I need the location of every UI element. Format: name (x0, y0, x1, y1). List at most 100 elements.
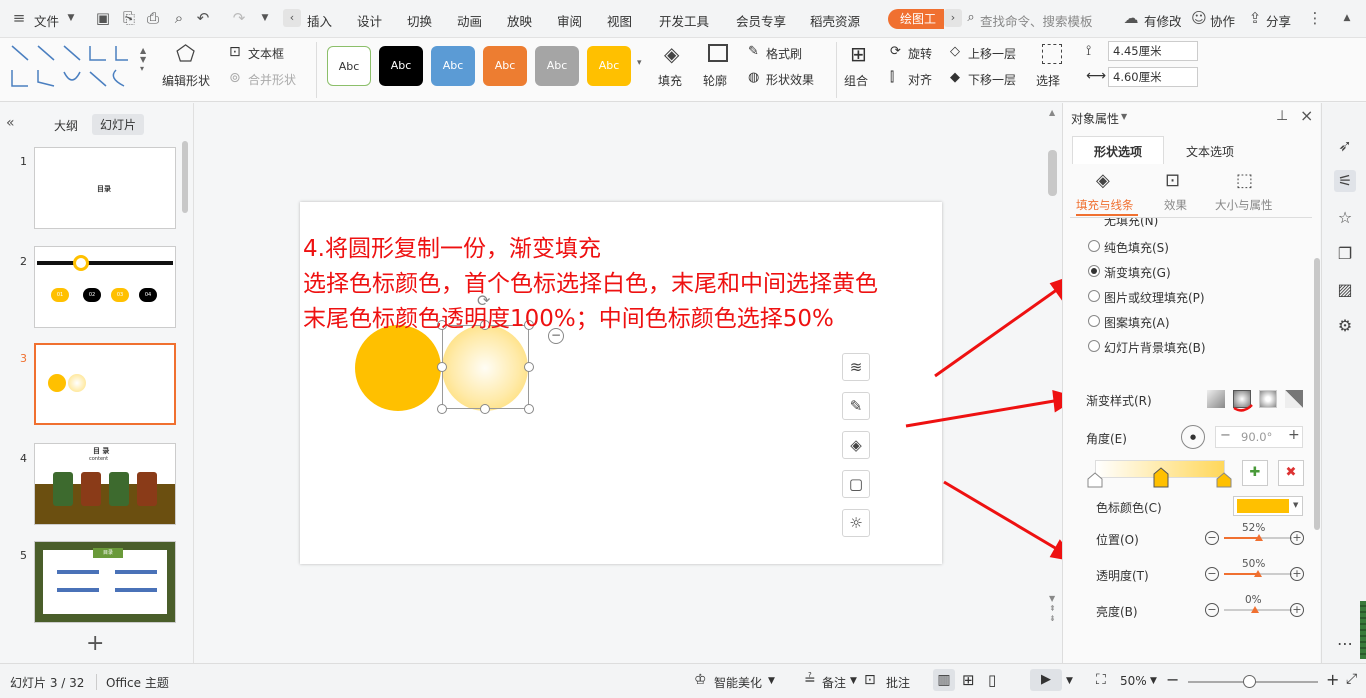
redo-icon[interactable]: ↷ (230, 9, 248, 27)
style-yellow[interactable]: Abc (587, 46, 631, 86)
quick-access-dropdown-icon[interactable]: ▼ (256, 9, 274, 27)
more-icon[interactable]: ⋮ (1306, 9, 1324, 27)
comment-button[interactable]: 批注 (886, 674, 910, 691)
play-icon[interactable]: ▶ (1030, 669, 1062, 691)
undo-icon[interactable]: ↶ (194, 9, 212, 27)
beautify-button[interactable]: 智能美化 (714, 674, 762, 691)
resize-handle[interactable] (524, 404, 534, 414)
tab-docer[interactable]: 稻壳资源 (810, 11, 860, 30)
star-icon[interactable]: ☆ (1334, 207, 1356, 229)
chevron-down-icon[interactable]: ▼ (62, 9, 80, 27)
effect-icon[interactable]: ⊡ (1165, 170, 1180, 191)
yellow-circle[interactable] (355, 325, 441, 411)
tab-review[interactable]: 审阅 (557, 11, 582, 30)
fill-pattern-option[interactable]: 图案填充(A) (1104, 314, 1170, 331)
slide-thumbnail-1[interactable]: 目录 (34, 147, 176, 229)
print-icon[interactable]: ⎙ (144, 9, 162, 27)
pin-icon[interactable]: ⊥ (1276, 108, 1288, 124)
resize-handle[interactable] (480, 404, 490, 414)
style-black[interactable]: Abc (379, 46, 423, 86)
tab-drawing-tools[interactable]: 绘图工 (888, 9, 944, 29)
properties-icon[interactable]: ⚟ (1334, 170, 1356, 192)
normal-view-icon[interactable]: ▥ (933, 669, 955, 691)
shape-gallery[interactable] (8, 42, 138, 92)
transparency-plus-icon[interactable]: + (1290, 567, 1304, 581)
outline-frame-icon[interactable]: ▢ (842, 470, 870, 498)
image-icon[interactable]: ▨ (1334, 279, 1356, 301)
export-pdf-icon[interactable]: ⎘ (120, 9, 138, 27)
transparency-minus-icon[interactable]: − (1205, 567, 1219, 581)
zoom-out-icon[interactable]: − (1166, 670, 1179, 689)
zoom-in-icon[interactable]: + (1326, 670, 1339, 689)
textbox-button[interactable]: 文本框 (248, 45, 284, 62)
play-dropdown-icon[interactable]: ▼ (1066, 676, 1073, 686)
scroll-right-icon[interactable]: › (944, 9, 962, 27)
notes-dropdown-icon[interactable]: ▼ (850, 676, 857, 686)
pane-title[interactable]: 对象属性 (1071, 110, 1119, 127)
tab-insert[interactable]: 插入 (307, 11, 332, 30)
settings-icon[interactable]: ⚙ (1334, 315, 1356, 337)
position-knob[interactable] (1255, 534, 1264, 541)
shape-effect-button[interactable]: 形状效果 (766, 71, 814, 88)
close-icon[interactable]: × (1300, 106, 1313, 125)
share-button[interactable]: 分享 (1266, 11, 1291, 30)
style-orange[interactable]: Abc (483, 46, 527, 86)
sorter-view-icon[interactable]: ⊞ (962, 671, 975, 689)
resize-handle[interactable] (437, 404, 447, 414)
smart-icon[interactable]: ☼ (842, 509, 870, 537)
radio-picture-fill[interactable] (1088, 290, 1100, 302)
zoom-dropdown-icon[interactable]: ▼ (1150, 676, 1157, 686)
slide-thumbnail-2[interactable]: 01 02 03 04 (34, 246, 176, 328)
remove-stop-icon[interactable]: ✖ (1278, 460, 1304, 486)
brightness-minus-icon[interactable]: − (1205, 603, 1219, 617)
collab-button[interactable]: 协作 (1210, 11, 1235, 30)
transparency-knob[interactable] (1254, 570, 1262, 577)
tab-shape-options[interactable]: 形状选项 (1094, 143, 1142, 160)
thumbnail-scrollbar[interactable] (182, 141, 188, 213)
gradient-rect-swatch[interactable] (1259, 390, 1277, 408)
rocket-icon[interactable]: ➶ (1334, 135, 1356, 157)
fill-bucket-icon[interactable]: ◈ (842, 431, 870, 459)
fill-solid-option[interactable]: 纯色填充(S) (1104, 239, 1169, 256)
height-input[interactable]: 4.45厘米 (1108, 41, 1198, 61)
beautify-dropdown-icon[interactable]: ▼ (768, 676, 775, 686)
theme-name[interactable]: Office 主题 (106, 674, 169, 691)
fill-none-option[interactable]: 无填充(N) (1104, 218, 1158, 229)
angle-dial[interactable]: ● (1181, 425, 1205, 449)
fill-bg-option[interactable]: 幻灯片背景填充(B) (1104, 339, 1206, 356)
layers-icon[interactable]: ≋ (842, 353, 870, 381)
tab-slideshow[interactable]: 放映 (507, 11, 532, 30)
position-slider[interactable] (1224, 534, 1292, 541)
fill-line-icon[interactable]: ◈ (1096, 170, 1110, 191)
position-minus-icon[interactable]: − (1205, 531, 1219, 545)
slide-thumbnail-4[interactable]: 目 录 content (34, 443, 176, 525)
scroll-up-icon[interactable]: ▲ (1049, 108, 1055, 117)
tab-design[interactable]: 设计 (357, 11, 382, 30)
radio-solid-fill[interactable] (1088, 240, 1100, 252)
copy-icon[interactable]: ❐ (1334, 243, 1356, 265)
scroll-down-icon[interactable]: ▼ ⇞ ⇟ (1049, 594, 1056, 624)
rotate-button[interactable]: 旋转 (908, 45, 932, 62)
tab-developer[interactable]: 开发工具 (659, 11, 709, 30)
canvas-scrollbar[interactable] (1048, 150, 1057, 196)
tab-view[interactable]: 视图 (607, 11, 632, 30)
add-stop-icon[interactable]: ✚ (1242, 460, 1268, 486)
brightness-slider[interactable] (1224, 606, 1292, 613)
brush-icon[interactable]: ✎ (842, 392, 870, 420)
notes-button[interactable]: 备注 (822, 674, 846, 691)
slide-canvas[interactable]: ⟳ 4.将圆形复制一份，渐变填充 选择色标颜色，首个色标选择白色，末尾和中间选择… (300, 202, 942, 564)
fullscreen-icon[interactable]: ⤢ (1346, 671, 1357, 687)
fill-picture-option[interactable]: 图片或纹理填充(P) (1104, 289, 1205, 306)
fit-window-icon[interactable]: ⛶ (1096, 672, 1106, 688)
zoom-slider[interactable] (1188, 675, 1318, 688)
color-dropdown-icon[interactable]: ▼ (1293, 501, 1298, 509)
collapse-pane-icon[interactable]: « (6, 115, 15, 131)
tab-slides[interactable]: 幻灯片 (92, 114, 145, 135)
send-backward-button[interactable]: 下移一层 (968, 71, 1016, 88)
radio-pattern-fill[interactable] (1088, 315, 1100, 327)
transparency-slider[interactable] (1224, 570, 1292, 577)
tab-effect[interactable]: 效果 (1164, 197, 1187, 213)
angle-minus-icon[interactable]: − (1220, 428, 1231, 443)
group-button[interactable]: 组合 (844, 72, 868, 89)
pane-scrollbar[interactable] (1314, 258, 1320, 530)
